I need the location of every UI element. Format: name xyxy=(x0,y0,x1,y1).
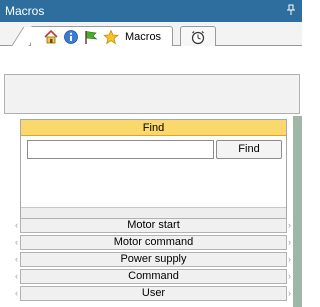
macro-group-motor-start[interactable]: Motor start xyxy=(20,218,287,233)
macro-list-panel: Find Find ‹ › Motor start ‹ › Motor comm… xyxy=(0,116,302,307)
info-icon[interactable] xyxy=(63,29,79,45)
clock-icon xyxy=(190,29,206,45)
macros-window: Macros Macros Find Find ‹ › Motor start … xyxy=(0,0,302,307)
chevron-right-icon: › xyxy=(288,254,291,264)
tab-clock[interactable] xyxy=(180,26,216,46)
chevron-right-icon: › xyxy=(288,237,291,247)
macro-group-motor-command[interactable]: Motor command xyxy=(20,235,287,250)
flag-icon[interactable] xyxy=(83,29,99,45)
chevron-right-icon: › xyxy=(288,220,291,230)
star-icon[interactable] xyxy=(103,29,119,45)
pin-icon[interactable] xyxy=(284,4,298,18)
find-input[interactable] xyxy=(27,140,214,159)
tab-macros-label: Macros xyxy=(125,30,162,43)
find-button[interactable]: Find xyxy=(216,140,282,159)
find-panel: Find Find xyxy=(20,119,287,222)
upper-box xyxy=(4,74,300,114)
find-header[interactable]: Find xyxy=(21,120,286,136)
panel-right-strip xyxy=(293,116,302,307)
window-title: Macros xyxy=(5,4,45,18)
window-titlebar: Macros xyxy=(0,0,302,22)
chevron-right-icon: › xyxy=(288,271,291,281)
macro-group-power-supply[interactable]: Power supply xyxy=(20,252,287,267)
macro-group-user[interactable]: User xyxy=(20,286,287,301)
macro-group-command[interactable]: Command xyxy=(20,269,287,284)
upper-area xyxy=(0,46,302,116)
tab-macros[interactable]: Macros xyxy=(30,26,173,46)
chevron-right-icon: › xyxy=(288,288,291,298)
home-icon[interactable] xyxy=(43,29,59,45)
tab-strip: Macros xyxy=(0,22,302,46)
